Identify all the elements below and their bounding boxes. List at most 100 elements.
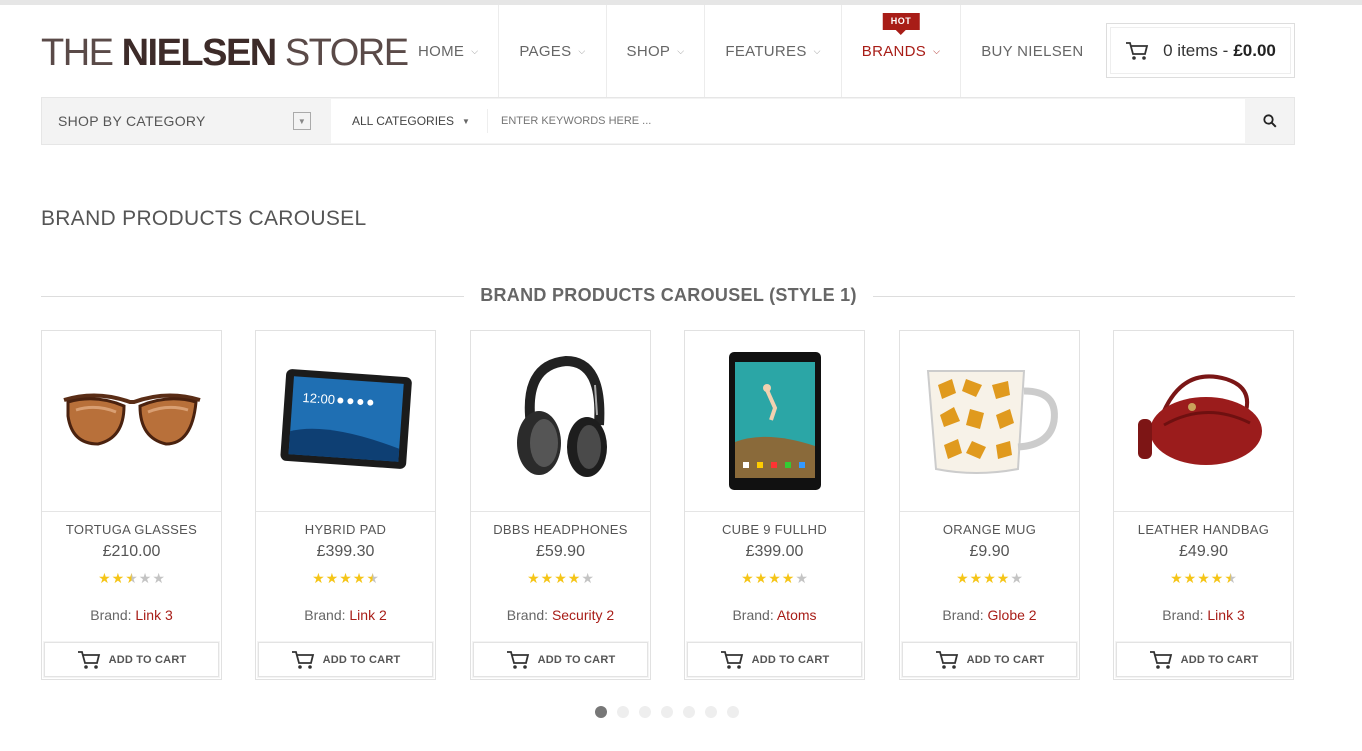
product-card[interactable]: 12:00 HYBRID PAD £399.30 ★ ★ ★ ★ ★ Brand: Li… (255, 330, 436, 680)
product-brand: Brand: Link 2 (256, 607, 435, 623)
main-nav: HOME ⌵ PAGES ⌵ SHOP ⌵ FEATURES ⌵ HOT BRANDS ⌵… (398, 5, 1103, 97)
product-price: £59.90 (536, 543, 585, 560)
nav-item-buy-nielsen[interactable]: BUY NIELSEN (961, 5, 1103, 97)
nav-item-brands[interactable]: HOT BRANDS ⌵ (842, 5, 962, 97)
hot-badge: HOT (882, 13, 920, 30)
chevron-down-icon: ▼ (293, 112, 311, 130)
product-image-mug[interactable] (900, 331, 1079, 512)
star-icon: ★ (527, 570, 540, 586)
add-to-cart-button[interactable]: ADD TO CART (687, 642, 862, 677)
star-icon: ★ (1010, 570, 1023, 586)
carousel-dot[interactable] (705, 706, 717, 718)
logo-text-nielsen: NIELSEN (121, 32, 278, 74)
product-name[interactable]: LEATHER HANDBAG (1114, 522, 1293, 537)
star-icon: ★ (1183, 570, 1197, 586)
product-card[interactable]: LEATHER HANDBAG £49.90 ★ ★ ★ ★ ★ Brand: Link… (1113, 330, 1294, 680)
add-to-cart-button[interactable]: ADD TO CART (258, 642, 433, 677)
cart-icon (1126, 41, 1149, 60)
carousel-dot[interactable] (595, 706, 607, 718)
product-brand: Brand: Link 3 (1114, 607, 1293, 623)
star-icon: ★ (781, 570, 795, 586)
product-name[interactable]: ORANGE MUG (900, 522, 1079, 537)
brand-label: Brand: (942, 607, 984, 623)
shop-by-category-toggle[interactable]: SHOP BY CATEGORY ▼ (42, 98, 331, 144)
product-rating: ★ ★ ★ ★ ★ (256, 571, 435, 585)
cart-total: £0.00 (1233, 40, 1276, 60)
product-name[interactable]: HYBRID PAD (256, 522, 435, 537)
product-card[interactable]: CUBE 9 FULLHD £399.00 ★ ★ ★ ★ ★ Brand: Atoms… (684, 330, 865, 680)
brand-link[interactable]: Security 2 (552, 607, 614, 623)
brand-link[interactable]: Link 2 (349, 607, 386, 623)
add-to-cart-button[interactable]: ADD TO CART (1116, 642, 1291, 677)
product-image-headphones[interactable] (471, 331, 650, 512)
product-image-tablet-portrait[interactable] (685, 331, 864, 512)
brand-link[interactable]: Link 3 (135, 607, 172, 623)
product-name[interactable]: TORTUGA GLASSES (42, 522, 221, 537)
cart-items-text: 0 items - (1163, 40, 1229, 60)
star-icon: ★ (956, 570, 969, 586)
section-title-text: BRAND PRODUCTS CAROUSEL (STYLE 1) (480, 285, 857, 305)
search-input[interactable] (491, 99, 1231, 143)
nav-item-label: BRANDS (861, 42, 927, 60)
product-card[interactable]: DBBS HEADPHONES £59.90 ★ ★ ★ ★ ★ Brand: Secu… (470, 330, 651, 680)
product-rating: ★ ★ ★ ★ ★ (685, 571, 864, 585)
brand-label: Brand: (304, 607, 346, 623)
star-icon: ★ (741, 570, 754, 586)
product-name[interactable]: DBBS HEADPHONES (471, 522, 650, 537)
add-to-cart-button[interactable]: ADD TO CART (44, 642, 219, 677)
product-image-tablet[interactable]: 12:00 (256, 331, 435, 512)
star-icon: ★ (768, 570, 781, 586)
carousel-dot[interactable] (661, 706, 673, 718)
carousel-dot[interactable] (683, 706, 695, 718)
divider (41, 296, 464, 297)
cart-icon (935, 650, 958, 669)
product-price: £399.00 (745, 543, 804, 560)
cart-button[interactable]: 0 items - £0.00 (1106, 23, 1295, 78)
add-to-cart-label: ADD TO CART (322, 653, 401, 666)
nav-item-home[interactable]: HOME ⌵ (398, 5, 500, 97)
carousel-pagination (595, 706, 739, 718)
add-to-cart-button[interactable]: ADD TO CART (902, 642, 1077, 677)
product-name[interactable]: CUBE 9 FULLHD (685, 522, 864, 537)
nav-item-label: PAGES (519, 42, 572, 60)
brand-link[interactable]: Link 3 (1207, 607, 1244, 623)
star-icon: ★ (1210, 570, 1224, 586)
carousel-dot[interactable] (617, 706, 629, 718)
page-title: BRAND PRODUCTS CAROUSEL (41, 207, 367, 230)
star-icon: ★ (969, 570, 983, 586)
shop-by-category-label: SHOP BY CATEGORY (58, 113, 206, 129)
brand-link[interactable]: Globe 2 (988, 607, 1037, 623)
chevron-down-icon: ⌵ (677, 45, 685, 56)
star-icon: ★ (312, 570, 325, 586)
cart-icon (1149, 650, 1172, 669)
nav-item-pages[interactable]: PAGES ⌵ (499, 5, 607, 97)
add-to-cart-button[interactable]: ADD TO CART (473, 642, 648, 677)
search-bar: SHOP BY CATEGORY ▼ ALL CATEGORIES ▼ (41, 97, 1295, 145)
cart-icon (506, 650, 529, 669)
brand-link[interactable]: Atoms (777, 607, 817, 623)
chevron-down-icon: ⌵ (471, 45, 479, 56)
product-rating: ★ ★ ★ ★ ★ (1114, 571, 1293, 585)
nav-item-features[interactable]: FEATURES ⌵ (705, 5, 842, 97)
add-to-cart-label: ADD TO CART (537, 653, 616, 666)
carousel-dot[interactable] (639, 706, 651, 718)
star-icon: ★ (138, 570, 152, 586)
product-card[interactable]: ORANGE MUG £9.90 ★ ★ ★ ★ ★ Brand: Globe 2 AD… (899, 330, 1080, 680)
product-rating: ★ ★ ★ ★ ★ (900, 571, 1079, 585)
product-card[interactable]: TORTUGA GLASSES £210.00 ★ ★ ★ ★ ★ Brand: Lin… (41, 330, 222, 680)
nav-item-shop[interactable]: SHOP ⌵ (607, 5, 706, 97)
star-icon: ★ (339, 570, 352, 586)
star-icon: ★ (754, 570, 768, 586)
product-image-sunglasses[interactable] (42, 331, 221, 512)
logo-text-store: STORE (275, 32, 409, 74)
section-title: BRAND PRODUCTS CAROUSEL (STYLE 1) (41, 285, 1295, 309)
category-select[interactable]: ALL CATEGORIES ▼ (331, 99, 487, 143)
carousel-dot[interactable] (727, 706, 739, 718)
store-logo[interactable]: THE NIELSEN STORE (41, 32, 409, 74)
cart-icon (77, 650, 100, 669)
product-price: £399.30 (316, 543, 375, 560)
product-rating: ★ ★ ★ ★ ★ (471, 571, 650, 585)
star-icon: ★ (983, 570, 996, 586)
product-image-handbag[interactable] (1114, 331, 1293, 512)
search-button[interactable] (1245, 99, 1294, 143)
